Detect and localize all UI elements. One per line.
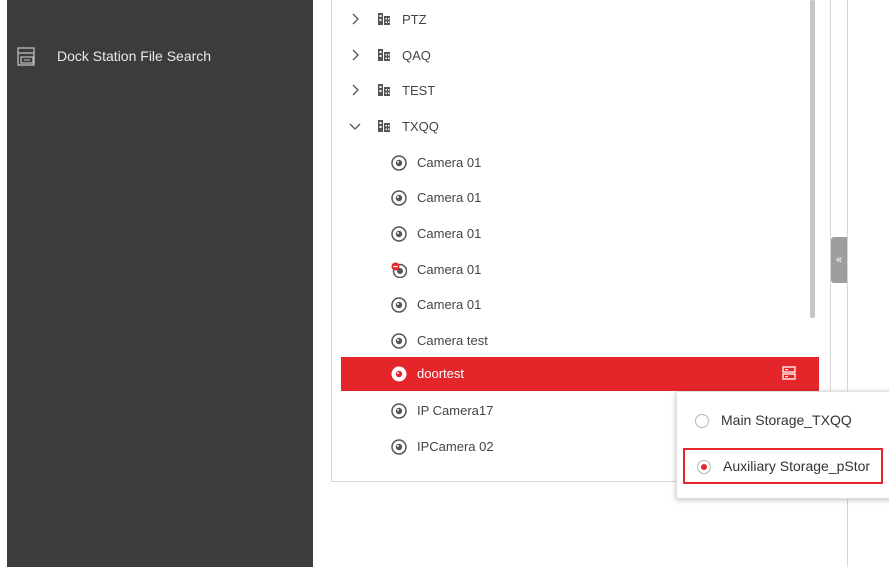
sidebar: Dock Station File Search	[7, 0, 313, 567]
tree-group-ptz[interactable]: PTZ	[341, 3, 819, 37]
building-icon	[378, 84, 390, 96]
camera-icon	[391, 439, 407, 455]
camera-label: Camera 01	[417, 190, 482, 205]
sidebar-item-label: Dock Station File Search	[57, 48, 212, 64]
storage-option-auxiliary[interactable]: Auxiliary Storage_pStor	[683, 448, 883, 484]
tree-group-txqq[interactable]: TXQQ	[341, 110, 819, 144]
building-icon	[378, 120, 390, 132]
storage-option-label: Auxiliary Storage_pStor	[723, 458, 871, 474]
camera-label: Camera 01	[417, 262, 482, 277]
camera-offline-icon	[391, 262, 407, 278]
tree-group-label: TXQQ	[402, 119, 439, 134]
building-icon	[378, 13, 390, 25]
chevron-right-icon[interactable]	[349, 49, 361, 61]
radio-unchecked[interactable]	[695, 414, 709, 428]
camera-icon	[391, 155, 407, 171]
camera-icon	[391, 297, 407, 313]
left-edge	[0, 0, 7, 567]
camera-icon	[391, 366, 407, 382]
camera-label: Camera 01	[417, 226, 482, 241]
storage-select-popup: Main Storage_TXQQ Auxiliary Storage_pSto…	[676, 391, 889, 499]
chevron-right-icon[interactable]	[349, 13, 361, 25]
radio-checked[interactable]	[697, 460, 711, 474]
chevron-down-icon[interactable]	[349, 120, 361, 132]
tree-camera-item-selected[interactable]: doortest	[341, 357, 819, 391]
chevron-right-icon[interactable]	[349, 84, 361, 96]
camera-icon	[391, 226, 407, 242]
tree-group-label: QAQ	[402, 48, 431, 63]
camera-icon	[391, 190, 407, 206]
camera-label: Camera 01	[417, 155, 482, 170]
storage-option-main[interactable]: Main Storage_TXQQ	[683, 404, 883, 440]
sidebar-item-dock-station-file-search[interactable]: Dock Station File Search	[7, 38, 313, 76]
camera-label: IP Camera17	[417, 403, 494, 418]
camera-label: doortest	[417, 366, 464, 381]
collapse-panel-button[interactable]: «	[831, 237, 847, 283]
dock-station-icon	[17, 47, 35, 66]
storage-option-label: Main Storage_TXQQ	[721, 412, 852, 428]
tree-camera-item[interactable]: Camera 01	[341, 253, 819, 287]
tree-camera-item[interactable]: Camera 01	[341, 181, 819, 215]
camera-label: Camera test	[417, 333, 488, 348]
camera-label: IPCamera 02	[417, 439, 494, 454]
tree-camera-item[interactable]: Camera 01	[341, 217, 819, 251]
tree-camera-item[interactable]: Camera 01	[341, 288, 819, 322]
storage-server-icon[interactable]	[781, 365, 797, 381]
building-icon	[378, 49, 390, 61]
tree-group-label: PTZ	[402, 12, 427, 27]
camera-icon	[391, 333, 407, 349]
tree-group-qaq[interactable]: QAQ	[341, 39, 819, 73]
tree-group-label: TEST	[402, 83, 436, 98]
camera-label: Camera 01	[417, 297, 482, 312]
camera-icon	[391, 403, 407, 419]
double-chevron-left-icon: «	[835, 254, 843, 266]
tree-group-test[interactable]: TEST	[341, 74, 819, 108]
tree-camera-item[interactable]: Camera 01	[341, 146, 819, 180]
tree-camera-item[interactable]: Camera test	[341, 324, 819, 358]
